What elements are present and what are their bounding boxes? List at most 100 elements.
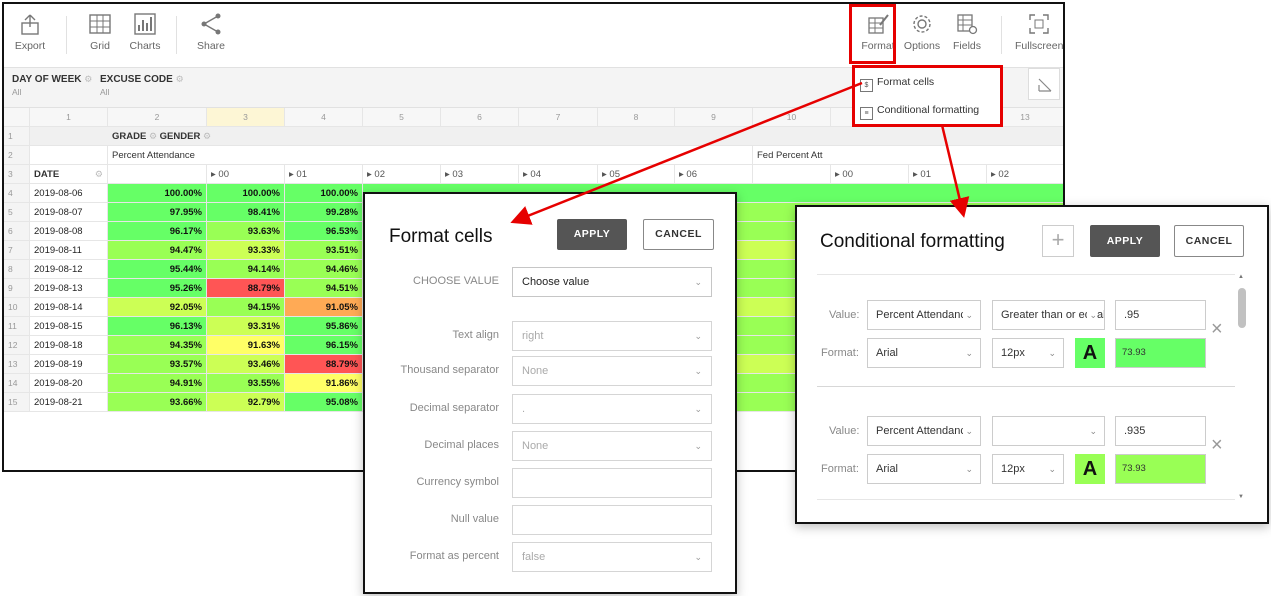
row-number[interactable]: 7 — [4, 241, 30, 260]
field-select[interactable]: right ⌄ — [512, 321, 712, 351]
date-cell[interactable]: 2019-08-08 — [30, 222, 108, 241]
date-cell[interactable]: 2019-08-13 — [30, 279, 108, 298]
value-cell[interactable]: 93.31% — [207, 317, 285, 336]
value-cell[interactable]: 99.28% — [285, 203, 363, 222]
font-select[interactable]: Arial ⌄ — [867, 454, 981, 484]
filter-day-of-week[interactable]: DAY OF WEEK ⚙ All — [12, 74, 92, 102]
column-number[interactable]: 2 — [108, 108, 207, 127]
row-number[interactable]: 9 — [4, 279, 30, 298]
measure-header-percent-attendance[interactable]: Percent Attendance — [108, 146, 753, 165]
threshold-input[interactable]: .935 — [1115, 416, 1206, 446]
sub-column-header[interactable]: ▸ 05 — [598, 165, 675, 184]
filter-excuse-code[interactable]: EXCUSE CODE ⚙ All — [100, 74, 184, 102]
options-button[interactable]: Options — [898, 12, 946, 62]
value-cell[interactable]: 94.14% — [207, 260, 285, 279]
row-number[interactable]: 2 — [4, 146, 30, 165]
date-cell[interactable]: 2019-08-21 — [30, 393, 108, 412]
value-cell[interactable]: 97.95% — [108, 203, 207, 222]
value-cell[interactable]: 96.15% — [285, 336, 363, 355]
collapse-button[interactable] — [1028, 68, 1060, 100]
sub-column-header[interactable]: ▸ 02 — [363, 165, 441, 184]
column-number[interactable]: 7 — [519, 108, 598, 127]
value-cell[interactable]: 93.57% — [108, 355, 207, 374]
measure-header-fed-percent-att[interactable]: Fed Percent Att — [753, 146, 1063, 165]
condition-select[interactable]: Greater than or equal to⌄ — [992, 300, 1105, 330]
font-size-select[interactable]: 12px ⌄ — [992, 338, 1064, 368]
row-number[interactable]: 10 — [4, 298, 30, 317]
scrollbar-thumb[interactable] — [1238, 288, 1246, 328]
column-number[interactable]: 5 — [363, 108, 441, 127]
date-cell[interactable]: 2019-08-19 — [30, 355, 108, 374]
fields-button[interactable]: Fields — [943, 12, 991, 62]
threshold-input[interactable]: .95 — [1115, 300, 1206, 330]
date-cell[interactable]: 2019-08-14 — [30, 298, 108, 317]
value-cell[interactable]: 92.05% — [108, 298, 207, 317]
row-number[interactable]: 8 — [4, 260, 30, 279]
value-cell[interactable]: 94.15% — [207, 298, 285, 317]
share-label[interactable]: Share — [187, 40, 235, 52]
scrollbar[interactable]: ▲ ▼ — [1235, 274, 1247, 500]
date-cell[interactable]: 2019-08-20 — [30, 374, 108, 393]
cancel-button[interactable]: CANCEL — [643, 219, 714, 250]
value-cell[interactable]: 88.79% — [207, 279, 285, 298]
value-cell[interactable]: 88.79% — [285, 355, 363, 374]
value-cell[interactable]: 93.55% — [207, 374, 285, 393]
value-cell[interactable]: 95.86% — [285, 317, 363, 336]
row-number[interactable]: 13 — [4, 355, 30, 374]
date-cell[interactable]: 2019-08-07 — [30, 203, 108, 222]
fullscreen-button[interactable]: Fullscreen — [1015, 12, 1063, 62]
add-rule-button[interactable]: + — [1042, 225, 1074, 257]
sub-column-header[interactable]: ▸ 01 — [285, 165, 363, 184]
value-cell[interactable]: 100.00% — [207, 184, 285, 203]
value-cell[interactable]: 96.13% — [108, 317, 207, 336]
row-number[interactable]: 15 — [4, 393, 30, 412]
font-size-select[interactable]: 12px ⌄ — [992, 454, 1064, 484]
remove-rule-icon[interactable]: × — [1211, 318, 1223, 341]
cancel-button[interactable]: CANCEL — [1174, 225, 1244, 257]
row-number[interactable]: 1 — [4, 127, 30, 146]
value-cell[interactable]: 94.35% — [108, 336, 207, 355]
value-cell[interactable]: 91.86% — [285, 374, 363, 393]
menu-item-conditional-formatting[interactable]: ≡ Conditional formatting — [860, 100, 979, 120]
date-cell[interactable]: 2019-08-11 — [30, 241, 108, 260]
value-cell[interactable]: 93.63% — [207, 222, 285, 241]
font-select[interactable]: Arial ⌄ — [867, 338, 981, 368]
menu-item-format-cells[interactable]: $ Format cells — [860, 72, 934, 92]
value-cell[interactable]: 93.33% — [207, 241, 285, 260]
grid-button[interactable]: Grid — [76, 12, 124, 62]
date-cell[interactable]: 2019-08-18 — [30, 336, 108, 355]
value-cell[interactable]: 94.46% — [285, 260, 363, 279]
column-number[interactable]: 3 — [207, 108, 285, 127]
value-cell[interactable]: 98.41% — [207, 203, 285, 222]
apply-button[interactable]: APPLY — [557, 219, 627, 250]
date-header[interactable]: DATE ⚙ — [30, 165, 108, 184]
column-number[interactable]: 1 — [30, 108, 108, 127]
sub-column-header[interactable]: ▸ 04 — [519, 165, 598, 184]
value-cell[interactable]: 95.26% — [108, 279, 207, 298]
value-cell[interactable]: 96.53% — [285, 222, 363, 241]
row-number[interactable]: 14 — [4, 374, 30, 393]
value-cell[interactable]: 91.05% — [285, 298, 363, 317]
font-color-button[interactable]: A — [1075, 338, 1105, 368]
row-number[interactable]: 5 — [4, 203, 30, 222]
value-cell[interactable]: 94.91% — [108, 374, 207, 393]
remove-rule-icon[interactable]: × — [1211, 434, 1223, 457]
value-cell[interactable]: 92.79% — [207, 393, 285, 412]
measure-select[interactable]: Percent Attendance ⌄ — [867, 300, 981, 330]
sub-column-header[interactable]: ▸ 06 — [675, 165, 753, 184]
value-cell[interactable]: 96.17% — [108, 222, 207, 241]
value-cell[interactable]: 94.47% — [108, 241, 207, 260]
header-spacer[interactable] — [30, 146, 108, 165]
sub-column-header[interactable]: ▸ 02 — [987, 165, 1063, 184]
column-number[interactable]: 10 — [753, 108, 831, 127]
scroll-down-icon[interactable]: ▼ — [1238, 494, 1244, 500]
row-number[interactable]: 4 — [4, 184, 30, 203]
value-cell[interactable]: 93.51% — [285, 241, 363, 260]
row-number[interactable]: 6 — [4, 222, 30, 241]
field-select[interactable]: . ⌄ — [512, 394, 712, 424]
column-number[interactable]: 8 — [598, 108, 675, 127]
sub-header-blank[interactable] — [108, 165, 207, 184]
sub-column-header[interactable]: ▸ 01 — [909, 165, 987, 184]
field-select[interactable]: None ⌄ — [512, 431, 712, 461]
field-select[interactable]: Choose value ⌄ — [512, 267, 712, 297]
